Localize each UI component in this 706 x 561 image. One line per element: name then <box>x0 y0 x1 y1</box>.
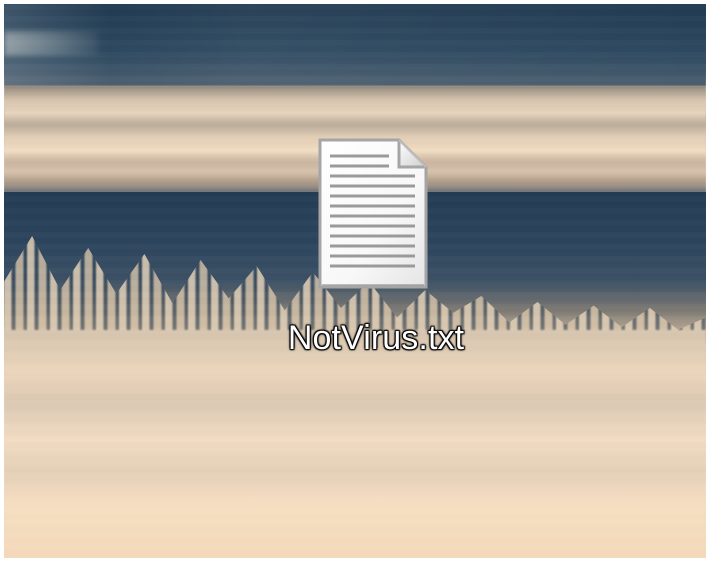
desktop-background: NotVirus.txt <box>4 4 706 558</box>
desktop-file-label[interactable]: NotVirus.txt <box>251 316 501 360</box>
text-file-icon[interactable] <box>317 138 429 289</box>
desktop-file-notvirus-txt[interactable]: NotVirus.txt <box>240 134 512 364</box>
desktop-screenshot: NotVirus.txt <box>0 0 706 561</box>
